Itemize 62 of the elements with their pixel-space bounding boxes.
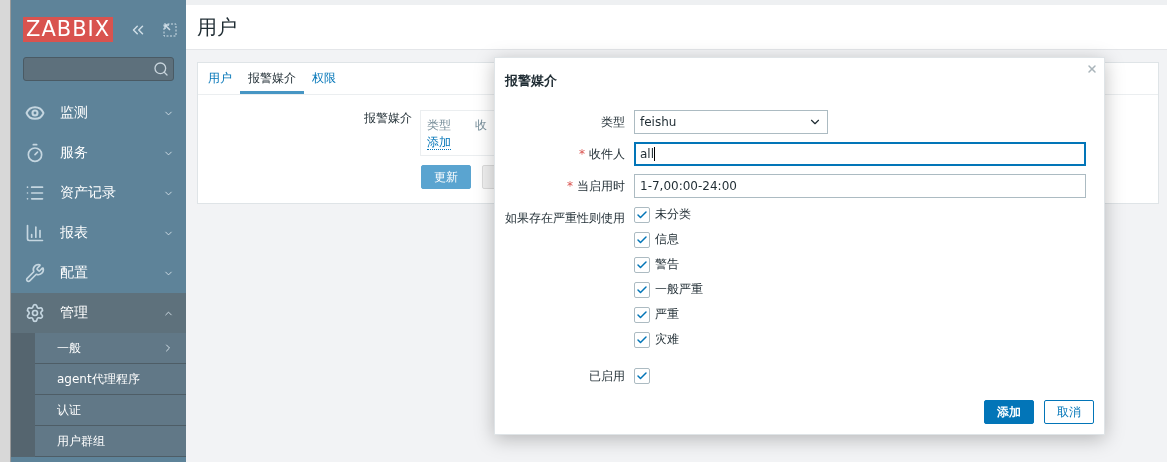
page-title: 用户 [197,13,237,41]
cancel-button[interactable]: 取消 [1044,400,1094,424]
check-icon [636,333,648,346]
checkbox[interactable] [634,206,650,223]
field-label: 已启用 [588,368,625,385]
tab[interactable]: 用户 [200,63,240,94]
field-label: 如果存在严重性则使用 [504,210,625,227]
submenu-item[interactable]: 用户群组 [35,426,186,457]
tab[interactable]: 报警媒介 [240,63,304,94]
required-mark: * [567,179,573,193]
check-icon [636,208,648,221]
input-field[interactable]: 1-7,00:00-24:00 [634,174,1086,198]
logo: ZABBIX [23,17,114,42]
checkbox-label: 一般严重 [655,281,703,298]
dialog-title: 报警媒介 [505,72,557,90]
column-header: 收 [475,117,487,134]
gear-icon [25,303,45,323]
bar-chart-icon [25,223,45,243]
checkbox-label: 严重 [655,306,679,323]
type-select[interactable]: feishu [634,110,828,134]
field-label: 类型 [601,115,625,129]
column-header: 类型 [427,117,451,134]
add-button[interactable]: 添加 [984,400,1034,424]
sidebar-item[interactable]: 报表 [11,213,186,253]
check-icon [636,258,648,271]
sidebar-item[interactable]: 配置 [11,253,186,293]
checkbox[interactable] [634,231,650,248]
tab[interactable]: 权限 [304,63,344,94]
field-label: 收件人 [589,147,625,161]
checkbox-label: 信息 [655,231,679,248]
check-icon [636,283,648,296]
checkbox[interactable] [634,256,650,273]
checkbox[interactable] [634,331,650,348]
check-icon [636,233,648,246]
checkbox-label: 警告 [655,256,679,273]
sidebar-item[interactable]: 管理 [11,293,186,333]
submenu-item[interactable]: agent代理程序 [35,364,186,395]
add-link[interactable]: 添加 [427,135,451,150]
checkbox[interactable] [634,368,650,384]
field-label: 报警媒介 [364,110,412,127]
wrench-icon [25,263,45,283]
submenu-item[interactable]: 认证 [35,395,186,426]
stopwatch-icon [25,143,45,163]
eye-icon [25,103,45,123]
update-button[interactable]: 更新 [421,165,471,189]
check-icon [636,308,648,321]
check-icon [636,370,648,382]
field-label: 当启用时 [577,179,625,193]
checkbox-label: 未分类 [655,206,691,223]
checkbox[interactable] [634,281,650,298]
input-field[interactable]: all [634,142,1086,166]
sidebar-item[interactable]: 监测 [11,93,186,133]
checkbox[interactable] [634,306,650,323]
expand-icon[interactable] [163,22,178,37]
submenu-item[interactable]: 一般 [35,333,186,364]
required-mark: * [579,147,585,161]
sidebar-item[interactable]: 服务 [11,133,186,173]
sidebar-item[interactable]: 资产记录 [11,173,186,213]
checkbox-label: 灾难 [655,331,679,348]
list-icon [25,183,45,203]
search-field[interactable] [23,57,174,81]
search-icon[interactable] [153,61,169,77]
